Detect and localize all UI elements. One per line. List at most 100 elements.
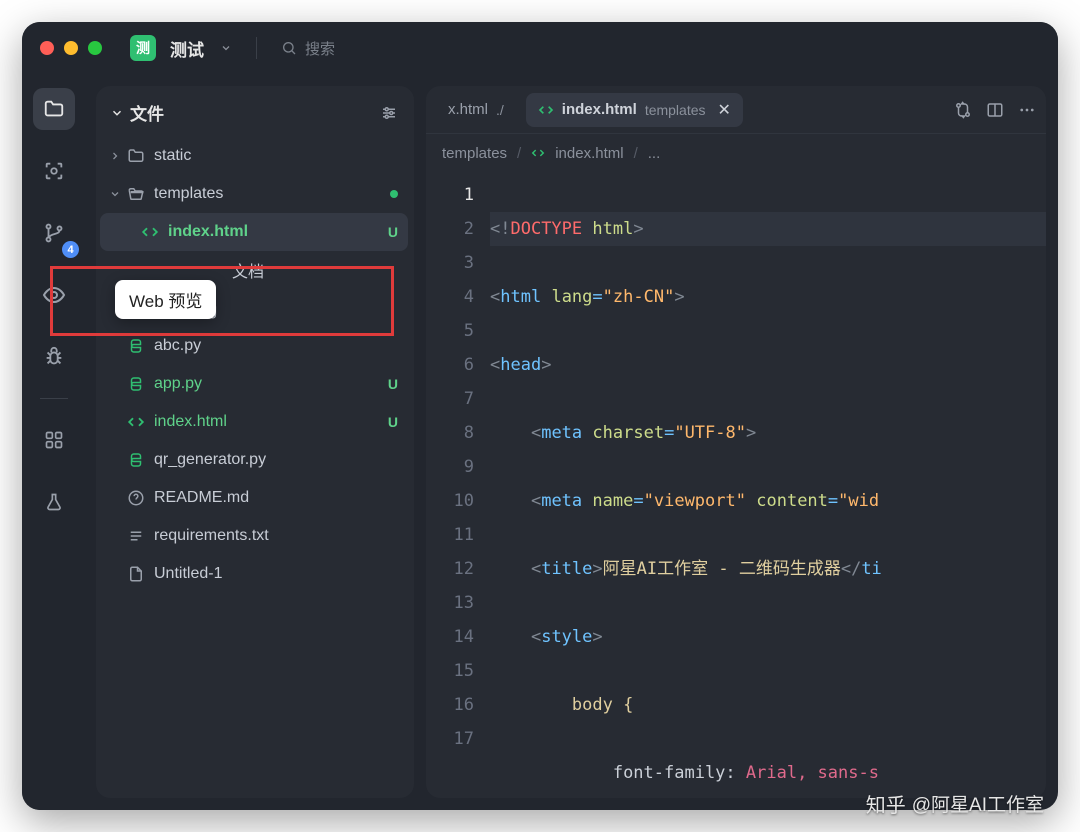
tab-path: templates: [645, 102, 706, 118]
folder-open-icon: [124, 185, 148, 203]
file-icon: [124, 565, 148, 583]
tree-item-label: app.py: [154, 375, 380, 393]
tree-file-untitled[interactable]: Untitled-1: [100, 555, 408, 593]
chevron-down-icon[interactable]: [220, 42, 232, 54]
activity-preview[interactable]: [33, 274, 75, 316]
breadcrumb-seg[interactable]: templates: [442, 145, 507, 162]
zhihu-logo-text: 知乎: [866, 789, 906, 818]
tree-item-label: static: [154, 147, 398, 165]
text-file-icon: [124, 527, 148, 545]
info-file-icon: [124, 489, 148, 507]
activity-divider: [40, 398, 68, 399]
tree-item-label: index.html: [168, 223, 380, 241]
tree-item-label: Untitled-1: [154, 565, 398, 583]
side-panel-header: 文件: [96, 86, 414, 135]
tab-label: index.html: [562, 101, 637, 118]
watermark: 知乎 @阿星AI工作室: [866, 789, 1044, 818]
folder-icon: [43, 98, 65, 120]
tree-file-index-html-root[interactable]: index.html U: [100, 403, 408, 441]
breadcrumb-seg[interactable]: index.html: [555, 145, 623, 162]
git-status-label: U: [380, 224, 398, 240]
tree-item-label: 文档: [154, 258, 398, 282]
tree-file-requirements[interactable]: requirements.txt: [100, 517, 408, 555]
python-file-icon: [124, 337, 148, 355]
editor-tabs: x.html ./ index.html templates ✕: [426, 86, 1046, 134]
activity-apps[interactable]: [33, 419, 75, 461]
source-control-badge: 4: [62, 241, 79, 258]
split-editor-icon[interactable]: [986, 101, 1004, 119]
chevron-down-icon: [106, 188, 124, 200]
bug-icon: [43, 346, 65, 368]
tooltip-web-preview: Web 预览: [115, 280, 216, 319]
tab-x-html[interactable]: x.html ./: [436, 93, 516, 127]
activity-lab[interactable]: [33, 481, 75, 523]
zoom-window-button[interactable]: [88, 41, 102, 55]
git-status-label: U: [380, 414, 398, 430]
tree-item-label: requirements.txt: [154, 527, 398, 545]
chevron-right-icon: [106, 150, 124, 162]
source: <!DOCTYPE html> <html lang="zh-CN"> <hea…: [484, 172, 1046, 798]
settings-filter-icon[interactable]: [380, 104, 398, 122]
close-window-button[interactable]: [40, 41, 54, 55]
tree-file-readme[interactable]: README.md: [100, 479, 408, 517]
git-branch-icon: [43, 222, 65, 244]
breadcrumb[interactable]: templates / index.html / ...: [426, 134, 1046, 172]
code-file-icon: [138, 223, 162, 241]
watermark-text: @阿星AI工作室: [912, 790, 1044, 817]
search-placeholder: 搜索: [305, 38, 335, 59]
tree-item-label: templates: [154, 185, 390, 203]
side-panel-title: 文件: [130, 100, 164, 125]
minimize-window-button[interactable]: [64, 41, 78, 55]
target-scan-icon: [43, 160, 65, 182]
folder-icon: [124, 147, 148, 165]
apps-grid-icon: [44, 430, 64, 450]
code-file-icon: [124, 413, 148, 431]
python-file-icon: [124, 451, 148, 469]
chevron-down-icon[interactable]: [110, 106, 124, 120]
breadcrumb-sep-icon: /: [634, 145, 638, 162]
tree-item-label: qr_generator.py: [154, 451, 398, 469]
tree-folder-templates[interactable]: templates: [100, 175, 408, 213]
python-file-icon: [124, 375, 148, 393]
side-panel: 文件 static templates: [96, 86, 414, 798]
tree-item-label: index.html: [154, 413, 380, 431]
eye-icon: [42, 283, 66, 307]
title-bar: 测 测试 搜索: [22, 22, 1058, 74]
tab-path: ./: [496, 102, 504, 118]
traffic-lights: [40, 41, 102, 55]
tree-item-label: abc.py: [154, 337, 398, 355]
activity-source-control[interactable]: 4: [33, 212, 75, 254]
tab-index-html[interactable]: index.html templates ✕: [526, 93, 743, 127]
gutter: 1234567891011121314151617: [426, 172, 484, 798]
code-editor[interactable]: 1234567891011121314151617 <!DOCTYPE html…: [426, 172, 1046, 798]
git-status-label: U: [380, 376, 398, 392]
close-icon[interactable]: ✕: [718, 100, 731, 120]
tab-label: x.html: [448, 101, 488, 118]
breadcrumb-seg[interactable]: ...: [648, 145, 661, 162]
tree-file-abc-py[interactable]: abc.py: [100, 327, 408, 365]
app-badge: 测: [130, 35, 156, 61]
search-box[interactable]: 搜索: [281, 38, 335, 59]
activity-files[interactable]: [33, 88, 75, 130]
code-file-icon: [538, 102, 554, 118]
tree-folder-static[interactable]: static: [100, 137, 408, 175]
tree-item-label: README.md: [154, 489, 398, 507]
editor-area: x.html ./ index.html templates ✕ templat…: [426, 86, 1046, 798]
more-icon[interactable]: [1018, 101, 1036, 119]
tree-file-qr-generator[interactable]: qr_generator.py: [100, 441, 408, 479]
tree-file-index-html[interactable]: index.html U: [100, 213, 408, 251]
search-icon: [281, 40, 297, 56]
app-body: Web 预览 4: [22, 74, 1058, 810]
status-dot-icon: [390, 190, 398, 198]
code-file-icon: [531, 146, 545, 160]
activity-debug[interactable]: [33, 336, 75, 378]
activity-search[interactable]: [33, 150, 75, 192]
file-tree: static templates index.html U: [96, 135, 414, 593]
project-name[interactable]: 测试: [170, 36, 204, 61]
activity-bar: 4: [22, 74, 86, 810]
git-compare-icon[interactable]: [954, 101, 972, 119]
flask-icon: [44, 492, 64, 512]
tree-file-app-py[interactable]: app.py U: [100, 365, 408, 403]
titlebar-divider: [256, 37, 257, 59]
breadcrumb-sep-icon: /: [517, 145, 521, 162]
